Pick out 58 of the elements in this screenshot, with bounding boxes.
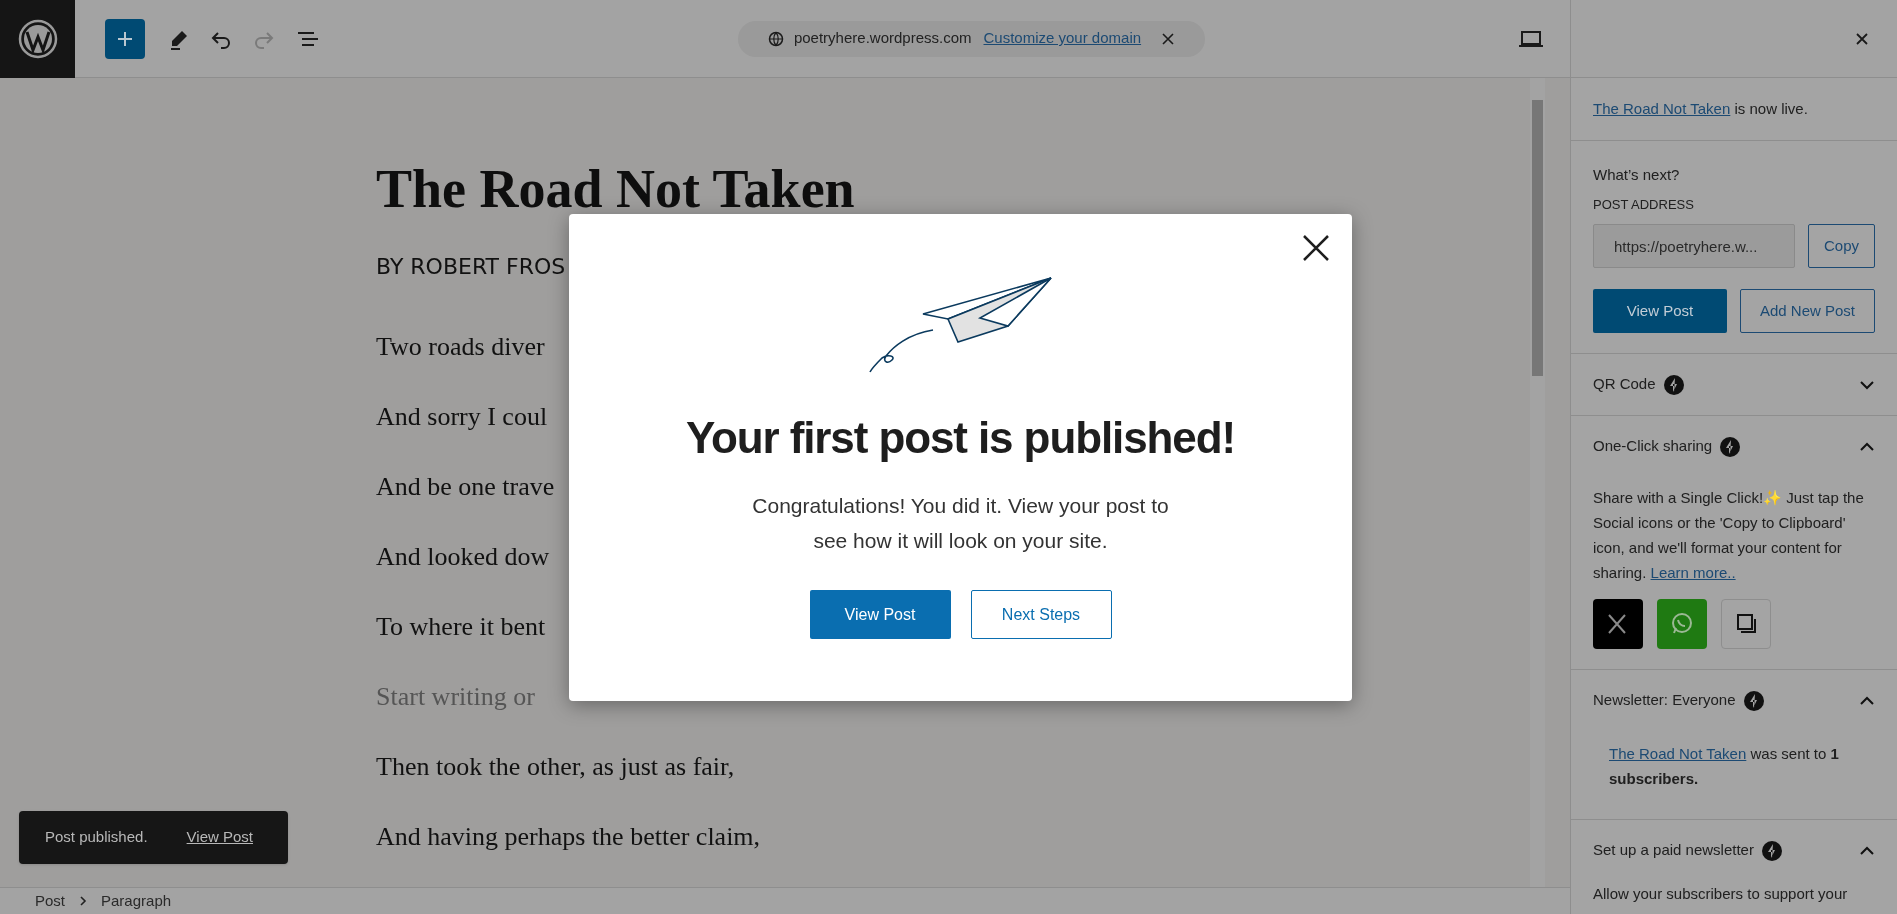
wordpress-logo-icon	[17, 18, 58, 59]
post-link[interactable]: The Road Not Taken	[1593, 99, 1731, 117]
lightning-icon	[1743, 690, 1764, 711]
site-address: poetryhere.wordpress.com	[793, 28, 972, 49]
share-button[interactable]	[1721, 599, 1771, 649]
breadcrumb-item[interactable]: Post	[33, 889, 67, 913]
live-notice: The Road Not Taken is now live.	[1593, 98, 1808, 119]
panel-title: One-Click sharing	[1593, 436, 1713, 457]
snackbar-message: Post published.	[45, 827, 148, 848]
poem-line: And be one trave	[376, 471, 555, 503]
chevron-up-icon[interactable]	[1859, 845, 1875, 856]
poem-line: Two roads diver	[376, 331, 545, 363]
panel-text: The Road Not Taken was sent to 1 subscribers.	[1608, 744, 1840, 789]
poem-line: Then took the other, as just as fair,	[376, 751, 735, 783]
copy-button[interactable]: Copy	[1808, 224, 1875, 268]
add-new-post-button[interactable]: Add New Post	[1740, 289, 1875, 333]
lightning-icon	[1761, 840, 1782, 861]
post-address-field[interactable]: https://poetryhere.w...	[1593, 224, 1795, 268]
customize-domain-link[interactable]: Customize your domain	[983, 27, 1142, 50]
panel-text: Allow your subscribers to support your	[1593, 884, 1849, 904]
panel-title: Set up a paid newsletter	[1593, 840, 1754, 861]
panel-title: QR Code	[1593, 374, 1656, 395]
panel-title: Newsletter: Everyone	[1593, 690, 1736, 711]
chevron-up-icon[interactable]	[1859, 695, 1875, 706]
dialog-heading: Your first post is published!	[685, 412, 1236, 464]
plus-icon	[116, 29, 134, 48]
lightning-icon	[1663, 374, 1684, 395]
globe-icon	[767, 30, 784, 47]
poem-line: And looked dow	[376, 541, 550, 573]
wordpress-logo-button[interactable]	[0, 0, 75, 78]
scrollbar-thumb[interactable]	[1532, 100, 1543, 376]
share-button[interactable]	[1593, 599, 1643, 649]
poem-line: And having perhaps the better claim,	[376, 821, 761, 853]
poem-line: And sorry I coul	[376, 401, 548, 433]
panel-text: Share with a Single Click!✨ Just tap the Social icons or the 'Copy to Clipboard' icon, and we'll format your content for sharing. Learn more..	[1593, 488, 1865, 583]
learn-more-link[interactable]: Learn more..	[1650, 564, 1736, 581]
next-steps-button[interactable]: Next Steps	[970, 590, 1112, 639]
field-label: POST ADDRESS	[1593, 196, 1695, 214]
view-post-button[interactable]: View Post	[809, 590, 951, 639]
close-icon[interactable]	[1161, 31, 1176, 46]
chevron-down-icon[interactable]	[1859, 379, 1875, 390]
lightning-icon	[1720, 436, 1741, 457]
close-icon[interactable]	[1302, 234, 1330, 262]
post-title: The Road Not Taken	[376, 166, 855, 212]
view-post-link[interactable]: View Post	[186, 826, 253, 849]
view-post-button[interactable]: View Post	[1593, 289, 1727, 333]
close-icon[interactable]	[1855, 31, 1869, 46]
breadcrumb-item[interactable]: Paragraph	[99, 889, 174, 913]
add-block-button[interactable]	[105, 18, 145, 59]
chevron-right-icon	[79, 896, 87, 906]
poem-line: To where it bent	[376, 611, 546, 643]
dialog-message: Congratulations! You did it. View your post to see how it will look on your site.	[751, 493, 1170, 554]
chevron-up-icon[interactable]	[1859, 441, 1875, 452]
byline: BY ROBERT FROS	[376, 254, 566, 280]
section-heading: What’s next?	[1593, 165, 1681, 185]
post-link[interactable]: The Road Not Taken	[1609, 745, 1747, 762]
block-placeholder[interactable]: Start writing or	[376, 681, 535, 713]
laptop-preview-icon[interactable]	[1519, 29, 1543, 48]
